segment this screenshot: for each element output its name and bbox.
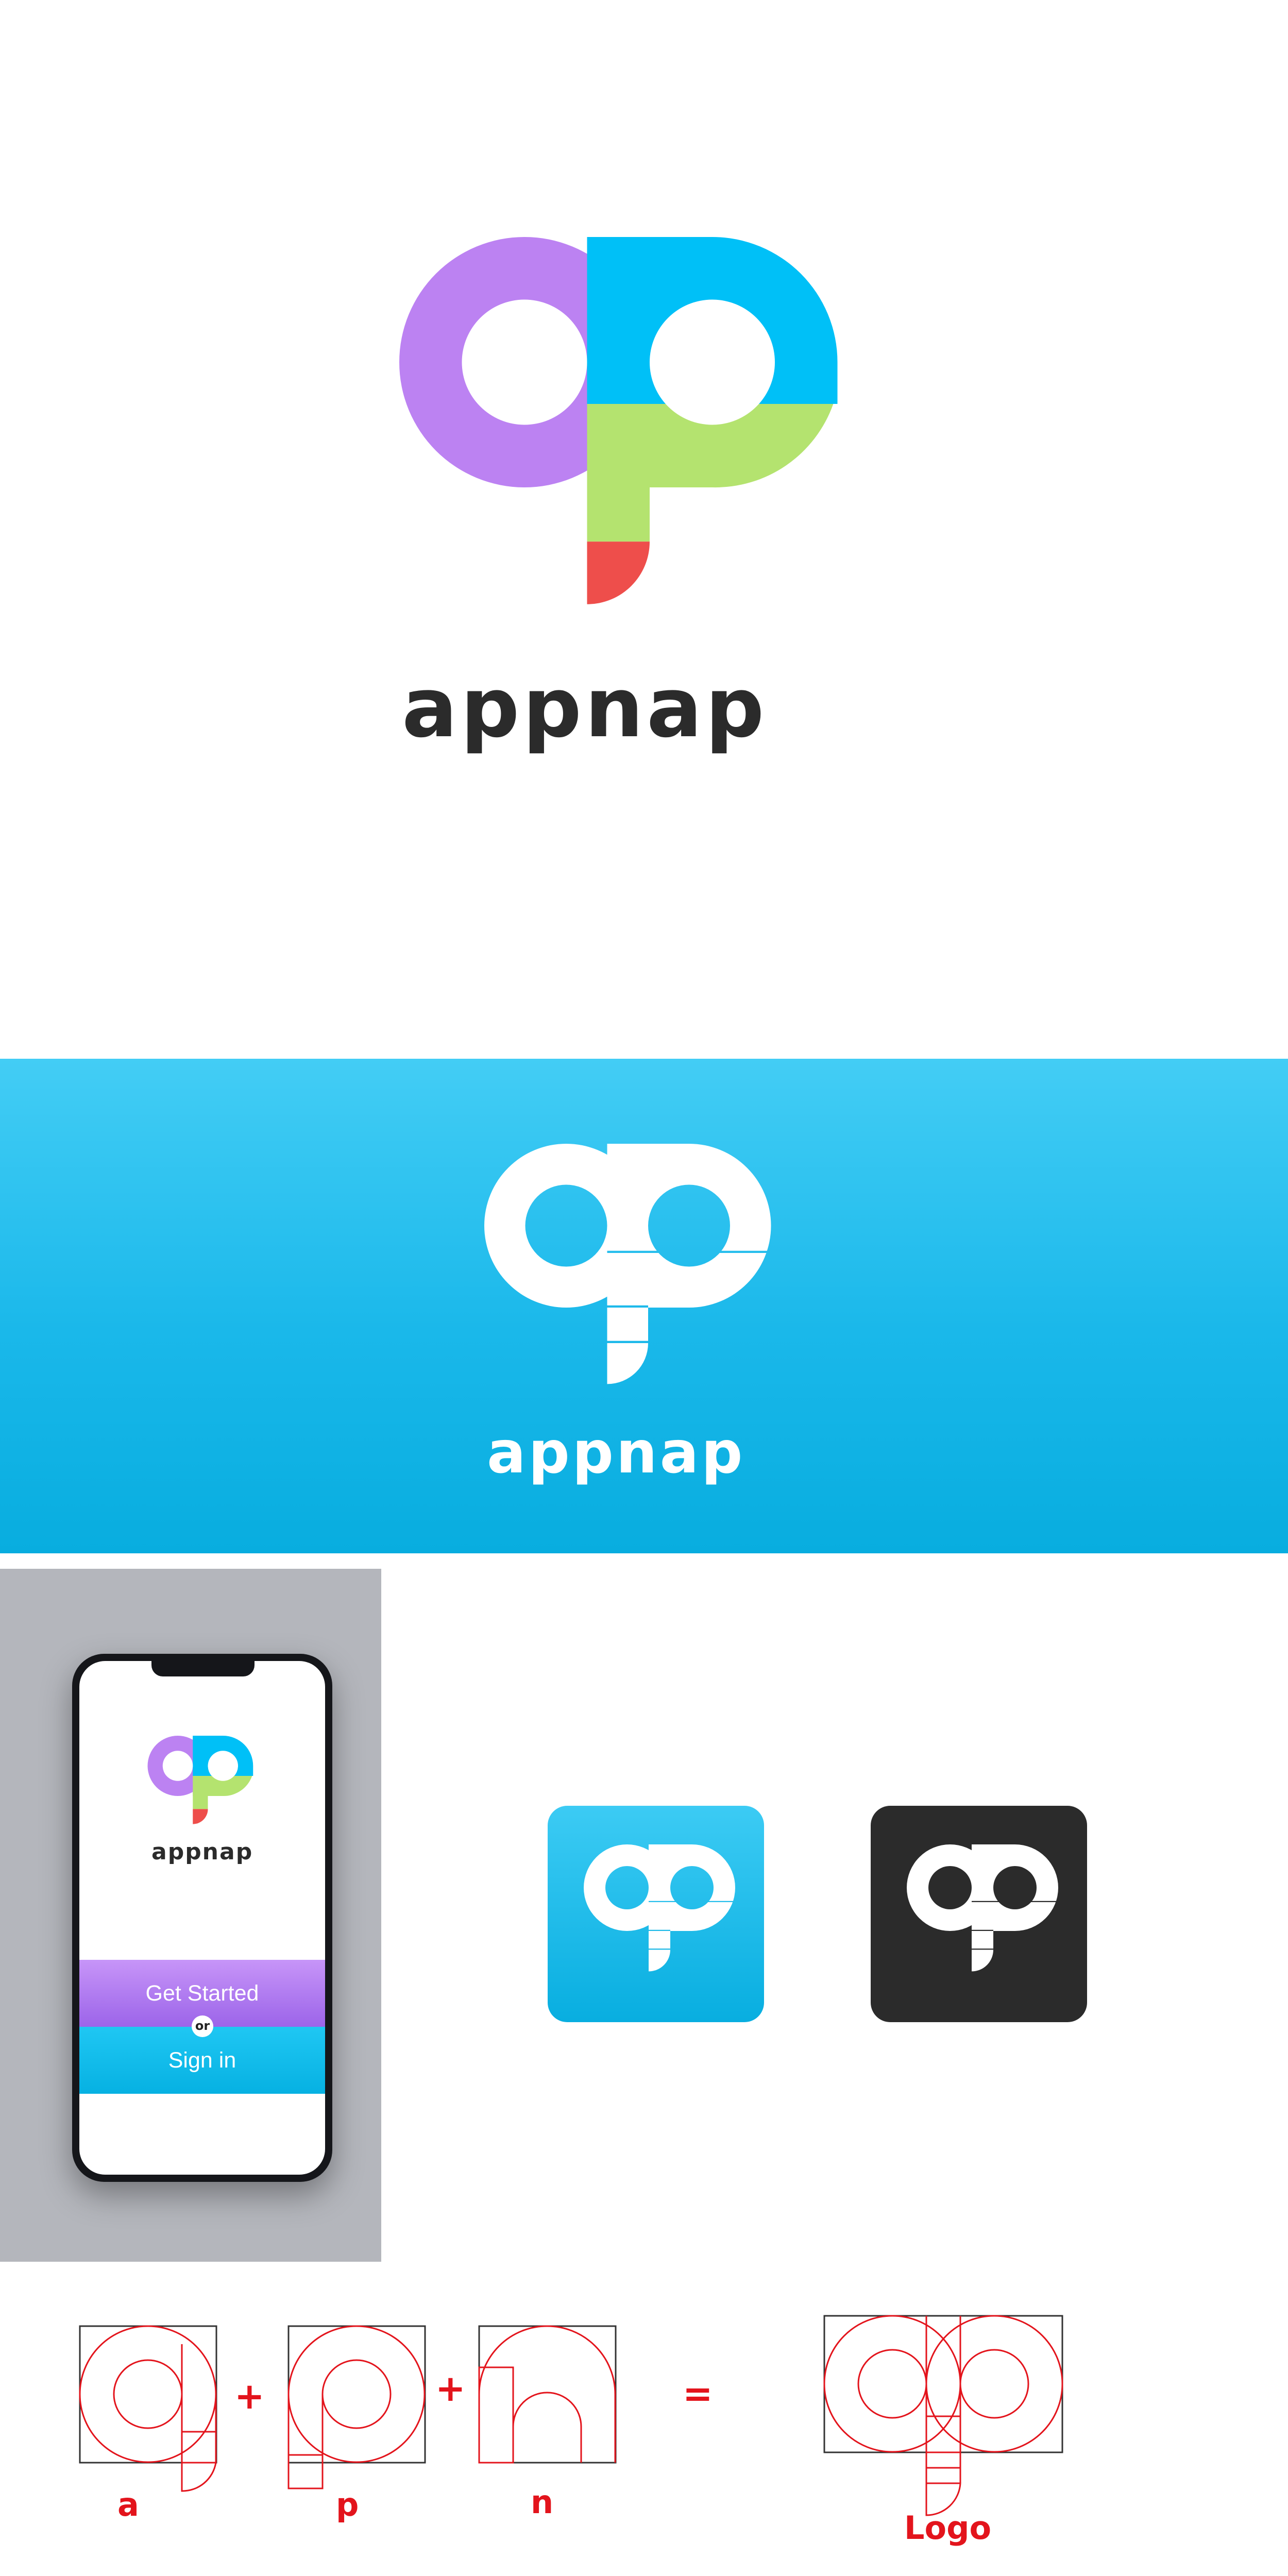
plus-sign-2: + bbox=[435, 2367, 466, 2410]
appnap-logo-color bbox=[399, 237, 838, 604]
app-icon-blue bbox=[548, 1806, 764, 2022]
appnap-logo-white bbox=[484, 1144, 771, 1384]
phone-frame: appnap Get Started Sign in or bbox=[72, 1654, 332, 2182]
app-icon-glyph-white bbox=[584, 1844, 735, 1972]
logo-wordmark-white: appnap bbox=[487, 1419, 745, 1486]
construction-n-diagram bbox=[478, 2325, 617, 2464]
mockups-section: appnap Get Started Sign in or bbox=[0, 1553, 1288, 2275]
construction-p-diagram bbox=[287, 2325, 426, 2489]
construction-label-logo: Logo bbox=[904, 2509, 992, 2547]
logo-wordmark: appnap bbox=[402, 659, 768, 756]
app-icon-glyph-white bbox=[907, 1844, 1058, 1972]
construction-label-p: p bbox=[336, 2486, 359, 2523]
app-icon-dark bbox=[871, 1806, 1087, 2022]
phone-wordmark: appnap bbox=[151, 1839, 253, 1865]
phone-notch bbox=[151, 1661, 255, 1676]
construction-a-diagram bbox=[79, 2325, 217, 2492]
construction-label-n: n bbox=[531, 2483, 554, 2521]
hero-section: appnap bbox=[0, 0, 1288, 1059]
construction-label-a: a bbox=[117, 2486, 139, 2523]
or-badge: or bbox=[192, 2015, 213, 2037]
blue-brand-band: appnap bbox=[0, 1059, 1288, 1553]
appnap-logo-small bbox=[147, 1736, 253, 1824]
equals-sign: = bbox=[683, 2372, 713, 2415]
phone-screen: appnap Get Started Sign in or bbox=[79, 1661, 325, 2175]
construction-section: a + p + n = Logo bbox=[0, 2275, 1288, 2576]
phone-mockup-panel: appnap Get Started Sign in or bbox=[0, 1569, 381, 2262]
plus-sign-1: + bbox=[234, 2375, 265, 2417]
construction-logo-diagram bbox=[823, 2315, 1063, 2516]
